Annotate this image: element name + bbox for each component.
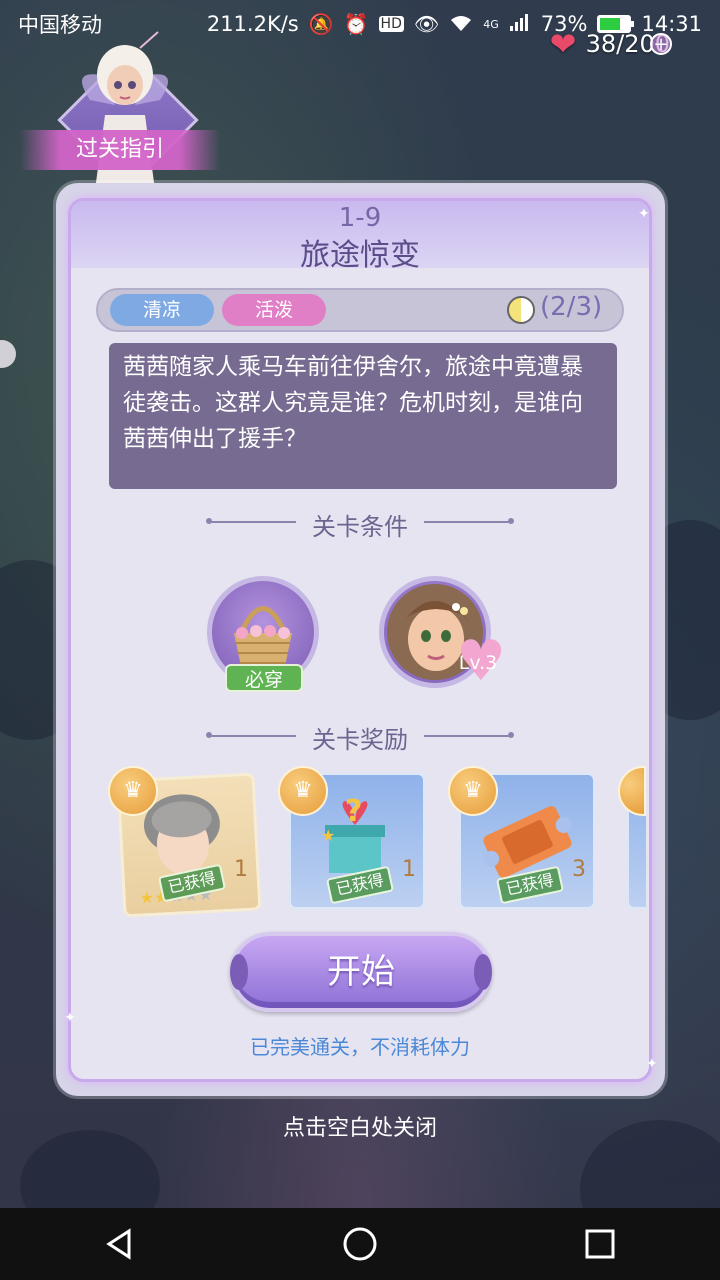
close-hint[interactable]: 点击空白处关闭 bbox=[0, 1110, 720, 1142]
signal-icon bbox=[509, 13, 531, 35]
level-title: 旅途惊变 bbox=[300, 238, 420, 273]
start-button[interactable]: 开始 bbox=[230, 932, 492, 1012]
character-level: Lv.3 bbox=[458, 652, 498, 674]
svg-text:★: ★ bbox=[321, 826, 335, 845]
level-progress: (2/3) bbox=[540, 292, 603, 322]
perfect-clear-note: 已完美通关，不消耗体力 bbox=[250, 1035, 470, 1059]
alarm-icon: ⏰ bbox=[343, 12, 369, 36]
hd-icon: HD bbox=[378, 16, 404, 32]
home-circle-icon bbox=[343, 1227, 377, 1261]
crown-icon: ♛ bbox=[108, 766, 158, 816]
crown-icon: ♛ bbox=[278, 766, 328, 816]
navigation-bar bbox=[0, 1208, 720, 1280]
home-button[interactable] bbox=[330, 1214, 390, 1274]
tag-lively: 活泼 bbox=[222, 294, 326, 326]
moon-icon bbox=[507, 296, 535, 324]
mute-icon: 🔕 bbox=[308, 12, 334, 36]
svg-text:?: ? bbox=[345, 794, 362, 829]
wifi-icon bbox=[449, 14, 473, 35]
back-button[interactable] bbox=[90, 1214, 150, 1274]
reward-quantity: 3 bbox=[572, 857, 586, 882]
eye-icon: 👁 bbox=[413, 12, 440, 36]
recents-square-icon bbox=[585, 1229, 615, 1259]
conditions-title: 关卡条件 bbox=[312, 513, 408, 541]
must-wear-badge: 必穿 bbox=[225, 664, 303, 692]
sparkle-icon: ✦ bbox=[64, 1010, 76, 1026]
reward-quantity: 1 bbox=[402, 857, 416, 882]
crown-icon: ♛ bbox=[448, 766, 498, 816]
story-text: 茜茜随家人乘马车前往伊舍尔，旅途中竟遭暴徒袭击。这群人究竟是谁？危机时刻，是谁向… bbox=[109, 343, 617, 489]
level-guide[interactable]: 过关指引 bbox=[20, 10, 220, 200]
tag-fresh: 清凉 bbox=[110, 294, 214, 326]
reward-quantity: 1 bbox=[234, 857, 248, 882]
rewards-title: 关卡奖励 bbox=[312, 726, 408, 754]
recents-button[interactable] bbox=[570, 1214, 630, 1274]
heart-icon: ❤ bbox=[549, 25, 577, 63]
fairy-icon bbox=[82, 31, 168, 190]
network-speed: 211.2K/s bbox=[206, 12, 299, 36]
divider-line bbox=[424, 518, 514, 524]
network-type: 4G bbox=[483, 17, 499, 31]
guide-label: 过关指引 bbox=[20, 130, 220, 170]
divider-line bbox=[424, 732, 514, 738]
back-triangle-icon bbox=[106, 1228, 131, 1260]
level-number: 1-9 bbox=[338, 203, 382, 233]
add-energy-icon[interactable]: + bbox=[650, 33, 672, 55]
